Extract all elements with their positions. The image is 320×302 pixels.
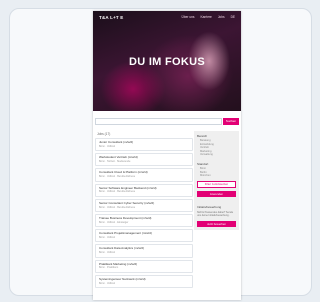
job-listing[interactable]: Consultant Projektmanagement (m/w/d) Bon… [95, 229, 193, 243]
job-meta: Bonn · Vollzeit [99, 251, 115, 255]
filter-option[interactable]: München [194, 174, 239, 178]
job-listing[interactable]: Consultant Data Analytics (m/w/d) Bonn ·… [95, 244, 193, 258]
career-page: T&A L+T E Über uns Karriere Jobs DE DU I… [93, 11, 241, 300]
job-meta: Bonn · Vollzeit [99, 236, 115, 240]
nav-item-about[interactable]: Über uns [182, 15, 195, 19]
nav-item-language[interactable]: DE [231, 15, 235, 19]
job-meta: Bonn · Praktikum [99, 266, 119, 270]
search-input[interactable] [95, 118, 222, 125]
job-listing[interactable]: Senior Consultant Cyber Security (m/w/d)… [95, 198, 193, 213]
job-listing[interactable]: Junior Consultant (m/w/d) Bonn · Vollzei… [95, 138, 193, 152]
job-list: Junior Consultant (m/w/d) Bonn · Vollzei… [95, 138, 193, 290]
job-meta: Bonn · Vollzeit [99, 281, 115, 285]
job-meta: Bonn · Vollzeit · Einsteiger [99, 220, 129, 224]
job-listing[interactable]: Consultant Cloud & Platform (m/w/d) Bonn… [95, 168, 193, 182]
site-logo[interactable]: T&A L+T E [99, 15, 124, 20]
job-listing[interactable]: Senior Software Engineer Backend (m/w/d)… [95, 183, 193, 197]
hero-title: DU IM FOKUS [128, 56, 206, 68]
job-meta: Bonn · Vollzeit [99, 144, 115, 148]
hero-banner: T&A L+T E Über uns Karriere Jobs DE DU I… [93, 11, 241, 111]
initiative-text: Nichts Passendes dabei? Sende uns deine … [197, 210, 234, 218]
initiative-apply-button[interactable]: Jetzt bewerben [197, 221, 236, 228]
nav-item-career[interactable]: Karriere [200, 15, 211, 19]
job-listing[interactable]: Trainee Business Development (m/w/d) Bon… [95, 214, 193, 228]
reset-filter-button[interactable]: Filter zurücksetzen [197, 180, 236, 188]
top-nav: Über uns Karriere Jobs DE [182, 15, 235, 19]
nav-item-jobs[interactable]: Jobs [218, 15, 225, 19]
job-listing[interactable]: Werkstudent Vertrieb (m/w/d) Bonn · Teil… [95, 153, 193, 167]
job-meta: Bonn · Vollzeit · Berufserfahrene [99, 175, 136, 179]
job-meta: Bonn · Vollzeit · Berufserfahrene [99, 205, 136, 209]
apply-filter-button[interactable]: Anwenden [197, 190, 236, 197]
job-list-heading: Jobs (17) [97, 132, 111, 136]
job-listing[interactable]: Praktikant Marketing (m/w/d) Bonn · Prak… [95, 259, 193, 273]
job-meta: Bonn · Teilzeit · Studierende [99, 160, 131, 163]
search-button[interactable]: Suchen [223, 118, 239, 125]
job-meta: Bonn · Vollzeit · Berufserfahrene [99, 190, 136, 194]
job-listing[interactable]: Systemingenieur Netzwerk (m/w/d) Bonn · … [95, 274, 193, 289]
filter-sidebar: Bereich Beratung Entwicklung Vertrieb Ma… [194, 131, 239, 231]
